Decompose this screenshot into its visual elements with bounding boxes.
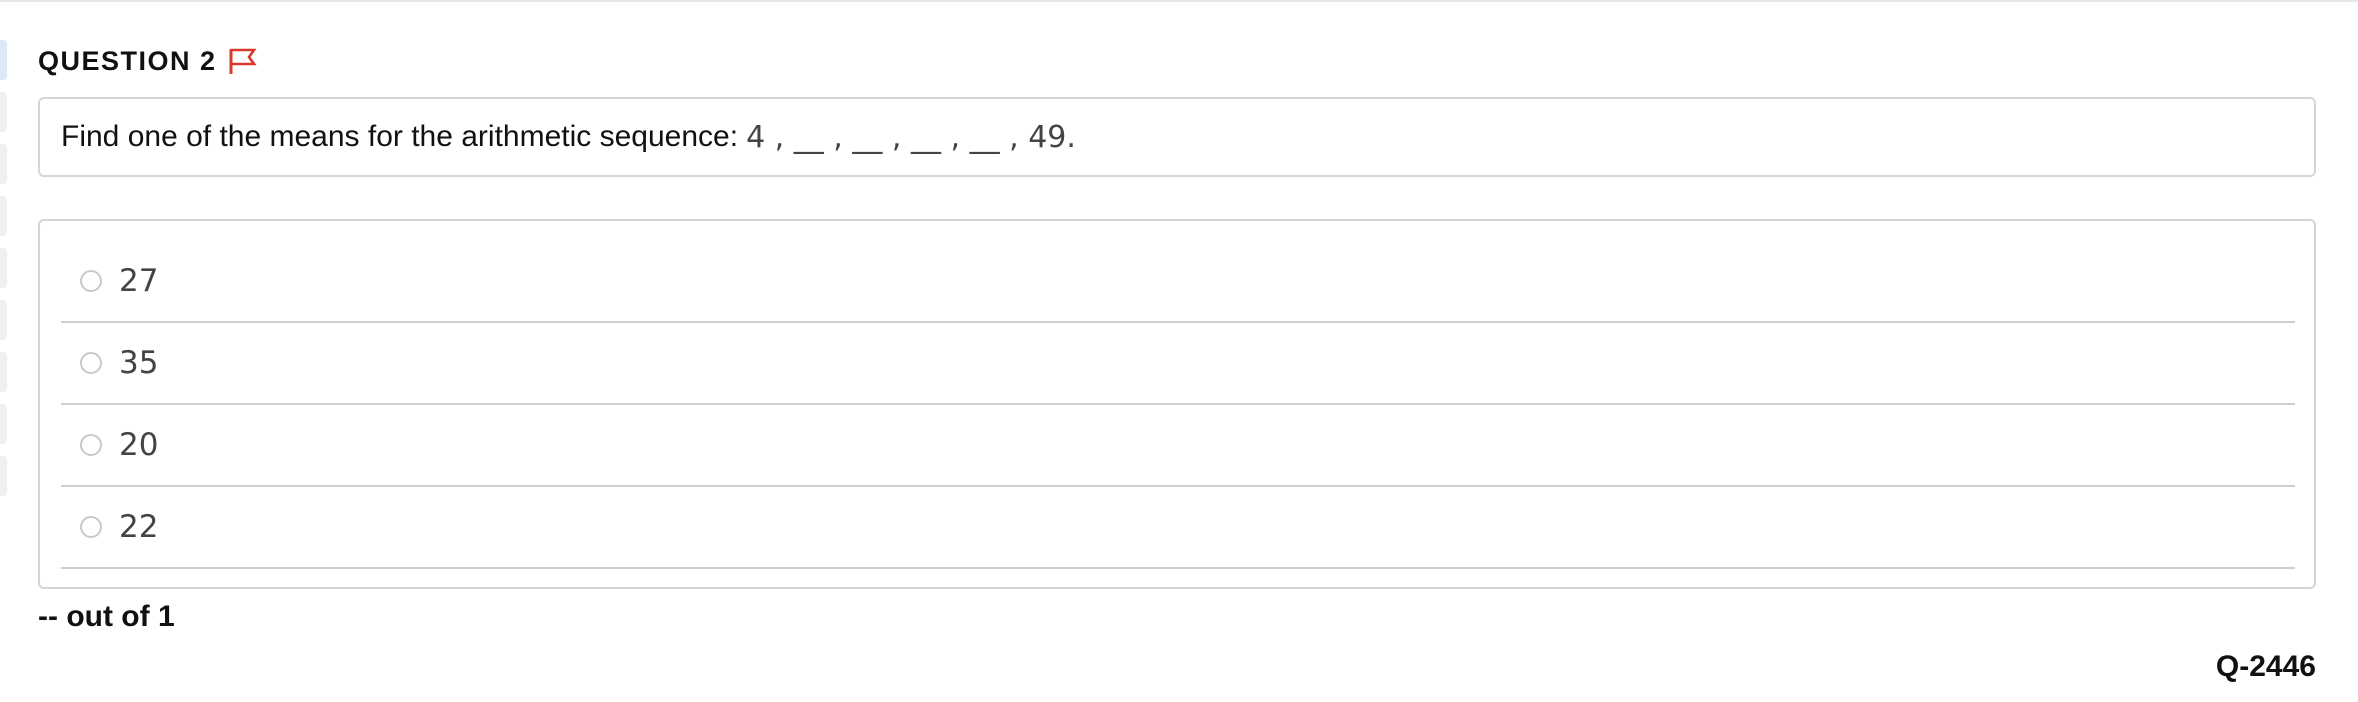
prompt-text: Find one of the means for the arithmetic… bbox=[61, 120, 739, 153]
quiz-page: QUESTION 2 Find one of the means for the… bbox=[0, 0, 2358, 702]
side-tab[interactable] bbox=[0, 456, 7, 496]
question-id: Q-2446 bbox=[2215, 650, 2316, 683]
option-label: 20 bbox=[119, 427, 159, 463]
side-tab[interactable] bbox=[0, 248, 7, 288]
radio-button[interactable] bbox=[80, 434, 102, 456]
radio-button[interactable] bbox=[80, 516, 102, 538]
answer-option[interactable]: 35 bbox=[61, 323, 2295, 405]
side-tab[interactable] bbox=[0, 300, 7, 340]
answer-options: 27 35 20 22 bbox=[38, 219, 2316, 589]
radio-button[interactable] bbox=[80, 352, 102, 374]
side-tab-active[interactable] bbox=[0, 40, 7, 80]
radio-button[interactable] bbox=[80, 270, 102, 292]
side-tab[interactable] bbox=[0, 144, 7, 184]
answer-option[interactable]: 22 bbox=[61, 487, 2295, 569]
side-tab[interactable] bbox=[0, 92, 7, 132]
prompt-sequence: 4 , __ , __ , __ , __ , 49. bbox=[746, 119, 1076, 155]
side-tab[interactable] bbox=[0, 352, 7, 392]
side-question-tabs bbox=[0, 40, 8, 508]
option-label: 22 bbox=[119, 509, 159, 545]
top-divider bbox=[0, 0, 2358, 2]
answer-option[interactable]: 20 bbox=[61, 405, 2295, 487]
answer-option[interactable]: 27 bbox=[61, 241, 2295, 323]
option-label: 27 bbox=[119, 263, 159, 299]
question-header: QUESTION 2 bbox=[38, 45, 259, 77]
question-prompt: Find one of the means for the arithmetic… bbox=[38, 97, 2316, 177]
side-tab[interactable] bbox=[0, 404, 7, 444]
side-tab[interactable] bbox=[0, 196, 7, 236]
score-text: -- out of 1 bbox=[38, 600, 175, 633]
option-label: 35 bbox=[119, 345, 159, 381]
flag-icon[interactable] bbox=[227, 46, 259, 76]
question-title: QUESTION 2 bbox=[38, 45, 217, 76]
